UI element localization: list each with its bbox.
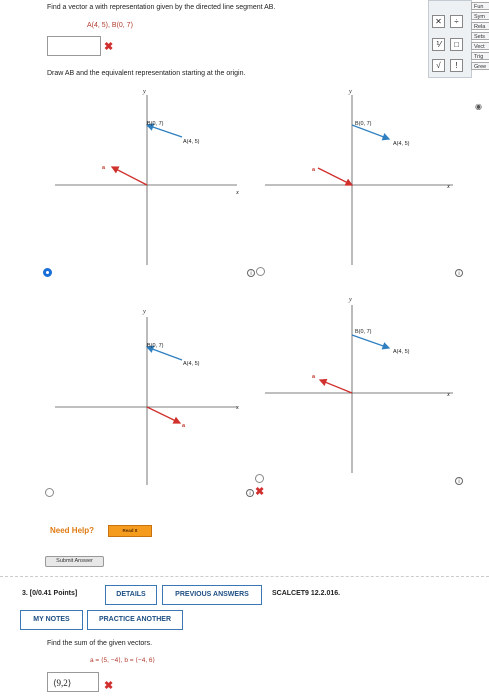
graph-option-2: y x B(0, 7) A(4, 5) a (265, 88, 453, 265)
point-b-label: B(0, 7) (147, 343, 164, 349)
divide-icon[interactable]: ÷ (450, 15, 463, 28)
incorrect-mark-icon: ✖ (104, 41, 114, 53)
vector-a-label: a (312, 167, 316, 173)
tab-relations[interactable]: Rela (471, 22, 489, 30)
y-axis-label: y (142, 88, 146, 95)
vector-a-label: a (182, 423, 186, 429)
vector-answer-input[interactable] (47, 36, 101, 56)
read-it-button[interactable]: Read It (108, 525, 152, 537)
point-a-label: A(4, 5) (183, 361, 200, 367)
tab-sets[interactable]: Sets (471, 32, 489, 40)
clear-icon[interactable]: ✕ (432, 15, 445, 28)
info-icon[interactable]: i (247, 269, 255, 277)
radio-option-4[interactable] (255, 474, 264, 483)
factorial-icon[interactable]: ! (450, 59, 463, 72)
x-axis-label: x (235, 189, 239, 196)
tab-trig[interactable]: Trig (471, 52, 489, 60)
subscript-icon[interactable]: □ (450, 38, 463, 51)
point-b-label: B(0, 7) (147, 121, 164, 127)
info-icon[interactable]: i (455, 477, 463, 485)
my-notes-button[interactable]: MY NOTES (20, 610, 83, 630)
x-axis-label: x (446, 391, 450, 398)
x-axis-label: x (235, 404, 239, 411)
point-b-label: B(0, 7) (355, 121, 372, 127)
graph-option-4: y x B(0, 7) A(4, 5) a (265, 296, 453, 473)
radio-option-3[interactable] (45, 488, 54, 497)
tab-functions[interactable]: Fun (471, 2, 489, 10)
details-button[interactable]: DETAILS (105, 585, 157, 605)
eye-icon[interactable]: ◉ (475, 102, 482, 111)
point-a-label: A(4, 5) (393, 349, 410, 355)
y-axis-label: y (348, 296, 352, 303)
vector-a-label: a (102, 165, 106, 171)
source-label: SCALCET9 12.2.016. (272, 590, 341, 597)
need-help-label: Need Help? (50, 526, 95, 535)
question-prompt: Find a vector a with representation give… (47, 4, 276, 11)
tab-symbols[interactable]: Sym (471, 12, 489, 20)
graph-option-3: y x B(0, 7) A(4, 5) a (55, 308, 239, 485)
info-icon[interactable]: i (455, 269, 463, 277)
practice-another-button[interactable]: PRACTICE ANOTHER (87, 610, 183, 630)
math-toolbar: ✕ ÷ ⅟ □ √ ! (428, 0, 472, 78)
sum-answer-input[interactable]: ⟨9,2⟩ (47, 672, 99, 692)
question-header: 3. [0/0.41 Points] (22, 590, 78, 597)
incorrect-mark-icon: ✖ (104, 680, 114, 692)
tab-vectors[interactable]: Vect (471, 42, 489, 50)
vector-values: a = ⟨5, −4⟩, b = ⟨−4, 6⟩ (90, 657, 156, 664)
x-axis-label: x (446, 183, 450, 190)
tab-greek[interactable]: Gree (471, 62, 489, 70)
incorrect-mark-icon: ✖ (255, 486, 265, 498)
symbol-tabs: Fun Sym Rela Sets Vect Trig Gree ◉ (471, 2, 489, 111)
sum-prompt: Find the sum of the given vectors. (47, 640, 153, 647)
submit-answer-button[interactable]: Submit Answer (45, 556, 104, 567)
sum-answer-value: ⟨9,2⟩ (53, 678, 72, 688)
y-axis-label: y (142, 308, 146, 315)
point-b-label: B(0, 7) (355, 329, 372, 335)
point-a-label: A(4, 5) (183, 139, 200, 145)
point-a-label: A(4, 5) (393, 141, 410, 147)
info-icon[interactable]: i (246, 489, 254, 497)
vector-a-label: a (312, 374, 316, 380)
fraction-icon[interactable]: ⅟ (432, 38, 445, 51)
sqrt-icon[interactable]: √ (432, 59, 445, 72)
y-axis-label: y (348, 88, 352, 95)
previous-answers-button[interactable]: PREVIOUS ANSWERS (162, 585, 262, 605)
points-text: A(4, 5), B(0, 7) (87, 22, 133, 29)
radio-option-2[interactable] (256, 267, 265, 276)
graph-option-1: y x B(0, 7) A(4, 5) a (55, 88, 239, 265)
radio-option-1[interactable] (43, 268, 52, 277)
section-divider (0, 576, 489, 577)
draw-instruction: Draw AB and the equivalent representatio… (47, 70, 246, 77)
given-points: A(4, 5), B(0, 7) (87, 22, 133, 29)
